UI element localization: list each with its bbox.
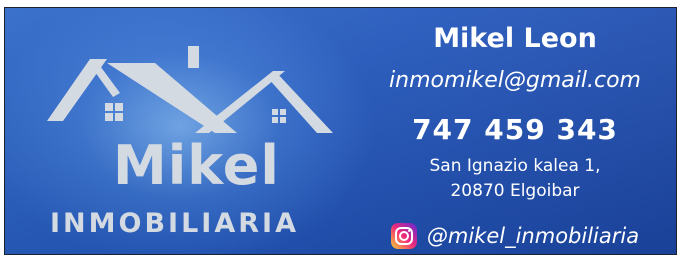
house-roof-icon (47, 46, 333, 133)
address-line-2: 20870 Elgoibar (450, 181, 580, 201)
brand-name: Mikel (113, 134, 280, 197)
contact-name: Mikel Leon (433, 23, 597, 54)
contact-block: Mikel Leon inmomikel@gmail.com 747 459 3… (355, 8, 675, 254)
contact-email[interactable]: inmomikel@gmail.com (355, 66, 675, 96)
instagram-handle: @mikel_inmobiliaria (426, 224, 640, 248)
instagram-link[interactable]: @mikel_inmobiliaria (355, 221, 675, 251)
contact-phone[interactable]: 747 459 343 (355, 113, 675, 147)
business-card: Mikel INMOBILIARIA Mikel Leon inmomikel@… (4, 7, 677, 255)
page: Mikel INMOBILIARIA Mikel Leon inmomikel@… (0, 0, 683, 261)
address-line-1: San Ignazio kalea 1, (429, 156, 601, 176)
instagram-icon (390, 223, 417, 249)
brand-subtitle: INMOBILIARIA (50, 208, 299, 239)
